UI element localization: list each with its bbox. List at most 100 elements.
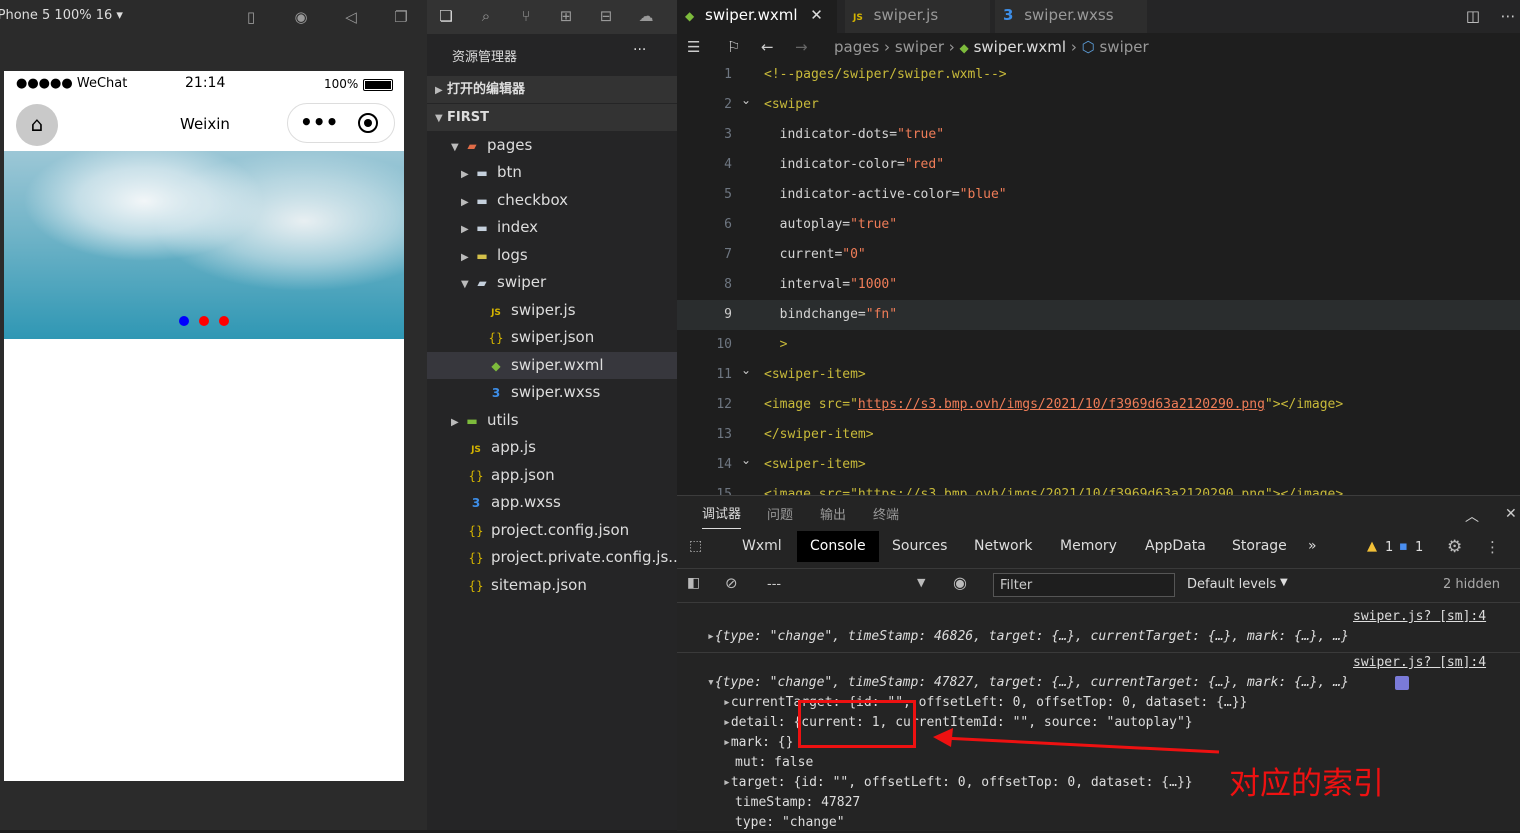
phone-icon[interactable]: ▯ <box>242 8 260 26</box>
sidebar-toggle-icon[interactable]: ◧ <box>687 575 700 591</box>
tree-item-app-wxss[interactable]: 3 app.wxss <box>467 489 561 516</box>
tree-item-swiper-wxss[interactable]: 3 swiper.wxss <box>487 379 601 406</box>
fold-chevron-icon[interactable]: ⌄ <box>741 93 751 107</box>
device-selector[interactable]: iPhone 5 100% 16 ▾ <box>0 8 123 23</box>
settings-icon[interactable]: ⚙ <box>1447 537 1462 557</box>
tree-item-swiper-js[interactable]: JS swiper.js <box>487 297 575 324</box>
code-line[interactable]: 10 > <box>677 330 1520 360</box>
filter-input[interactable]: Filter <box>993 573 1175 597</box>
eye-icon[interactable]: ◉ <box>953 573 967 592</box>
clear-console-icon[interactable]: ⊘ <box>725 574 738 592</box>
breadcrumb-item[interactable]: swiper <box>895 38 944 56</box>
inspect-element-icon[interactable]: ⬚ <box>689 538 702 554</box>
image-url-link[interactable]: https://s3.bmp.ovh/imgs/2021/10/f3969d63… <box>858 397 1265 412</box>
open-editors-header[interactable]: ▶ 打开的编辑器 <box>427 76 677 103</box>
more-icon[interactable]: ••• <box>300 110 338 134</box>
object-property[interactable]: ▸target: {id: "", offsetLeft: 0, offsetT… <box>677 773 1520 793</box>
tab-output[interactable]: 输出 <box>820 496 846 536</box>
panel-tab-console[interactable]: Console <box>797 531 879 562</box>
project-header[interactable]: ▼ FIRST <box>427 104 677 131</box>
more-actions-icon[interactable]: ⋯ <box>1499 7 1517 25</box>
indicator-dot[interactable] <box>219 316 229 326</box>
chevron-down-icon[interactable]: ▼ <box>1280 577 1288 588</box>
context-select[interactable]: --- <box>767 577 781 592</box>
fold-chevron-icon[interactable]: ⌄ <box>741 363 751 377</box>
code-line[interactable]: 15 <image src="https://s3.bmp.ovh/imgs/20… <box>677 480 1520 495</box>
home-icon[interactable]: ⌂ <box>16 104 58 146</box>
indicator-dot[interactable] <box>199 316 209 326</box>
files-icon[interactable]: ❏ <box>437 7 455 25</box>
source-link[interactable]: swiper.js? [sm]:4 <box>1353 609 1486 624</box>
volume-icon[interactable]: ◁ <box>342 8 360 26</box>
tree-item-utils[interactable]: ▶ ▬ utils <box>451 407 519 434</box>
more-tabs-icon[interactable]: » <box>1295 531 1330 562</box>
tree-item-project-private-config[interactable]: {} project.private.config.js... <box>467 544 677 571</box>
panel-tab-wxml[interactable]: Wxml <box>729 531 795 562</box>
tree-item-logs[interactable]: ▶ ▬ logs <box>461 242 528 269</box>
code-line[interactable]: 8 interval="1000" <box>677 270 1520 300</box>
panel-tab-appdata[interactable]: AppData <box>1132 531 1219 562</box>
tree-item-app-js[interactable]: JS app.js <box>467 434 536 461</box>
code-line[interactable]: 4 indicator-color="red" <box>677 150 1520 180</box>
console-entry[interactable]: ▸{type: "change", timeStamp: 46826, targ… <box>677 627 1520 647</box>
breadcrumb-item[interactable]: pages <box>834 38 879 56</box>
source-link[interactable]: swiper.js? [sm]:4 <box>1353 655 1486 670</box>
record-icon[interactable]: ◉ <box>292 8 310 26</box>
info-icon[interactable]: ▪ <box>1399 539 1408 554</box>
tree-item-app-json[interactable]: {} app.json <box>467 462 554 489</box>
tree-item-swiper-json[interactable]: {} swiper.json <box>487 324 594 351</box>
panel-tab-memory[interactable]: Memory <box>1047 531 1130 562</box>
code-line[interactable]: 6 autoplay="true" <box>677 210 1520 240</box>
tab-problems[interactable]: 问题 <box>767 496 793 536</box>
back-arrow-icon[interactable]: ← <box>761 33 774 61</box>
source-control-icon[interactable]: ⑂ <box>517 7 535 25</box>
code-line[interactable]: 3 indicator-dots="true" <box>677 120 1520 150</box>
code-line[interactable]: 12 <image src="https://s3.bmp.ovh/imgs/20… <box>677 390 1520 420</box>
tree-item-project-config[interactable]: {} project.config.json <box>467 517 629 544</box>
breadcrumb-path[interactable]: pages › swiper › ◆ swiper.wxml › ⬡ swipe… <box>834 33 1149 62</box>
breadcrumb-item[interactable]: swiper <box>1099 38 1148 56</box>
tree-item-index[interactable]: ▶ ▬ index <box>461 214 538 241</box>
close-capsule-icon[interactable] <box>358 113 378 133</box>
search-icon[interactable]: ⌕ <box>477 7 495 25</box>
warning-icon[interactable]: ▲ <box>1367 539 1377 554</box>
tree-item-sitemap[interactable]: {} sitemap.json <box>467 572 587 599</box>
extensions-icon[interactable]: ⊞ <box>557 7 575 25</box>
default-levels-dropdown[interactable]: Default levels <box>1187 577 1276 592</box>
docker-icon[interactable]: ☁ <box>637 7 655 25</box>
storage-icon[interactable]: ⊟ <box>597 7 615 25</box>
code-line[interactable]: 1 <!--pages/swiper/swiper.wxml--> <box>677 60 1520 90</box>
panel-tab-storage[interactable]: Storage <box>1219 531 1300 562</box>
expand-arrow-icon[interactable]: ▸ <box>707 629 715 644</box>
tree-item-swiper[interactable]: ▼ ▰ swiper <box>461 269 546 296</box>
panel-tab-sources[interactable]: Sources <box>879 531 960 562</box>
breadcrumb-item[interactable]: swiper.wxml <box>974 38 1066 56</box>
explorer-more-icon[interactable]: ··· <box>633 42 646 58</box>
chevron-up-icon[interactable]: ︿ <box>1465 506 1479 526</box>
window-icon[interactable]: ❐ <box>392 8 410 26</box>
tab-terminal[interactable]: 终端 <box>873 496 899 536</box>
tree-item-pages[interactable]: ▼ ▰ pages <box>451 132 532 159</box>
tab-swiper-wxml[interactable]: ◆ swiper.wxml ✕ <box>677 0 837 33</box>
indicator-dot-active[interactable] <box>179 316 189 326</box>
tree-item-checkbox[interactable]: ▶ ▬ checkbox <box>461 187 568 214</box>
outline-icon[interactable]: ☰ <box>687 33 700 61</box>
panel-tab-network[interactable]: Network <box>961 531 1045 562</box>
kebab-menu-icon[interactable]: ⋮ <box>1485 538 1500 556</box>
close-panel-icon[interactable]: ✕ <box>1505 506 1517 522</box>
code-line-current[interactable]: 9 bindchange="fn" <box>677 300 1520 330</box>
split-editor-icon[interactable]: ◫ <box>1464 7 1482 25</box>
bookmark-icon[interactable]: ⚐ <box>727 33 740 61</box>
console-entry-expanded[interactable]: ▾{type: "change", timeStamp: 47827, targ… <box>677 673 1520 693</box>
collapse-arrow-icon[interactable]: ▾ <box>707 675 715 690</box>
close-tab-icon[interactable]: ✕ <box>810 6 823 24</box>
code-line[interactable]: 5 indicator-active-color="blue" <box>677 180 1520 210</box>
tab-debugger[interactable]: 调试器 <box>702 502 742 529</box>
code-line[interactable]: 13 </swiper-item> <box>677 420 1520 450</box>
code-line[interactable]: 11 <swiper-item> <box>677 360 1520 390</box>
code-line[interactable]: 7 current="0" <box>677 240 1520 270</box>
tree-item-swiper-wxml[interactable]: ◆ swiper.wxml <box>487 352 603 379</box>
tab-swiper-wxss[interactable]: 3 swiper.wxss <box>995 0 1147 33</box>
fold-chevron-icon[interactable]: ⌄ <box>741 453 751 467</box>
tree-item-btn[interactable]: ▶ ▬ btn <box>461 159 522 186</box>
